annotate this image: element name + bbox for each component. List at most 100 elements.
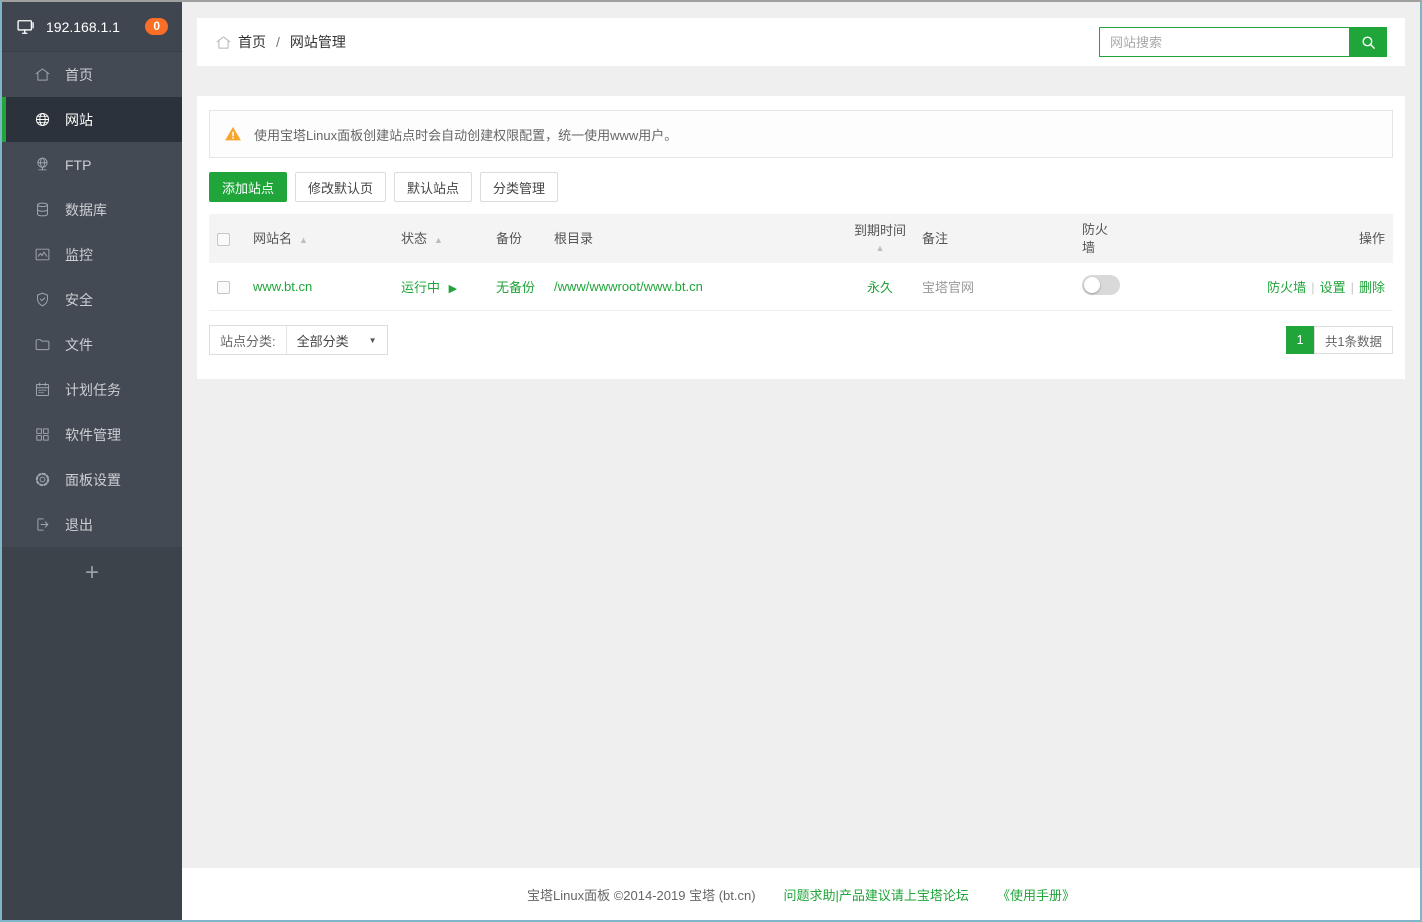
- col-expire: 到期时间: [854, 223, 906, 238]
- table-header-row: 网站名 ▲ 状态 ▲ 备份 根目录 到期时间 ▲ 备注 防火墙 操作: [209, 214, 1393, 263]
- notice-bar: 使用宝塔Linux面板创建站点时会自动创建权限配置，统一使用www用户。: [209, 110, 1393, 158]
- home-icon: [215, 34, 238, 51]
- search-icon: [1360, 34, 1377, 51]
- sidebar-item-label: 首页: [65, 65, 93, 85]
- row-checkbox[interactable]: [217, 281, 230, 294]
- gear-icon: [33, 471, 51, 489]
- sidebar-item-home[interactable]: 首页: [2, 52, 182, 97]
- notice-text: 使用宝塔Linux面板创建站点时会自动创建权限配置，统一使用www用户。: [254, 125, 677, 144]
- settings-action-link[interactable]: 设置: [1320, 280, 1346, 295]
- col-root: 根目录: [554, 231, 593, 246]
- ftp-icon: [33, 156, 51, 174]
- manual-link[interactable]: 《使用手册》: [997, 885, 1075, 904]
- bt-panel-window: 192.168.1.1 0 首页 网站 FTP: [0, 0, 1422, 922]
- caret-down-icon: ▼: [369, 336, 377, 345]
- total-count: 共1条数据: [1314, 326, 1393, 354]
- server-info-header[interactable]: 192.168.1.1 0: [2, 2, 182, 52]
- category-select[interactable]: 全部分类 ▼: [287, 326, 387, 354]
- sort-asc-icon[interactable]: ▲: [299, 235, 308, 245]
- col-actions: 操作: [1359, 231, 1385, 246]
- monitor-chart-icon: [33, 246, 51, 264]
- expire-value[interactable]: 永久: [867, 280, 893, 295]
- server-ip: 192.168.1.1: [46, 19, 120, 35]
- delete-action-link[interactable]: 删除: [1359, 280, 1385, 295]
- page-footer: 宝塔Linux面板 ©2014-2019 宝塔 (bt.cn) 问题求助|产品建…: [182, 868, 1420, 920]
- sidebar-item-software[interactable]: 软件管理: [2, 412, 182, 457]
- site-manage-panel: 使用宝塔Linux面板创建站点时会自动创建权限配置，统一使用www用户。 添加站…: [197, 96, 1405, 379]
- col-firewall: 防火墙: [1082, 221, 1111, 256]
- database-icon: [33, 201, 51, 219]
- site-name-link[interactable]: www.bt.cn: [253, 279, 312, 294]
- site-note[interactable]: 宝塔官网: [922, 280, 974, 295]
- backup-link[interactable]: 无备份: [496, 280, 535, 295]
- col-note: 备注: [922, 231, 948, 246]
- sidebar-item-label: 网站: [65, 110, 93, 130]
- site-status[interactable]: 运行中: [401, 280, 440, 295]
- sort-asc-icon[interactable]: ▲: [434, 235, 443, 245]
- sidebar-item-website[interactable]: 网站: [2, 97, 182, 142]
- site-search: [1099, 27, 1387, 57]
- sidebar-item-label: 安全: [65, 290, 93, 310]
- folder-icon: [33, 336, 51, 354]
- breadcrumb-home-link[interactable]: 首页: [238, 32, 266, 52]
- page-1-button[interactable]: 1: [1286, 326, 1314, 354]
- site-table: 网站名 ▲ 状态 ▲ 备份 根目录 到期时间 ▲ 备注 防火墙 操作: [209, 214, 1393, 311]
- table-footer: 站点分类: 全部分类 ▼ 1 共1条数据: [209, 325, 1393, 355]
- select-all-checkbox[interactable]: [217, 233, 230, 246]
- firewall-toggle[interactable]: [1082, 275, 1120, 295]
- sidebar-item-label: FTP: [65, 157, 91, 173]
- toggle-knob: [1084, 277, 1100, 293]
- sidebar-item-label: 面板设置: [65, 470, 121, 490]
- breadcrumb-current: 网站管理: [290, 32, 346, 52]
- content-spacer: [182, 379, 1420, 868]
- col-backup: 备份: [496, 231, 522, 246]
- col-status: 状态: [401, 231, 427, 246]
- sidebar-item-label: 文件: [65, 335, 93, 355]
- sidebar-item-monitor[interactable]: 监控: [2, 232, 182, 277]
- sidebar-item-label: 监控: [65, 245, 93, 265]
- search-button[interactable]: [1349, 27, 1387, 57]
- running-play-icon: ▶: [449, 283, 457, 295]
- breadcrumb-separator: /: [276, 34, 280, 50]
- sidebar-item-settings[interactable]: 面板设置: [2, 457, 182, 502]
- table-row: www.bt.cn 运行中 ▶ 无备份 /www/wwwroot/www.bt.…: [209, 263, 1393, 311]
- sidebar-item-label: 计划任务: [65, 380, 121, 400]
- add-site-button[interactable]: 添加站点: [209, 172, 287, 202]
- site-category-filter: 站点分类: 全部分类 ▼: [209, 325, 388, 355]
- modify-default-page-button[interactable]: 修改默认页: [295, 172, 386, 202]
- sidebar: 192.168.1.1 0 首页 网站 FTP: [2, 2, 182, 920]
- default-site-button[interactable]: 默认站点: [394, 172, 472, 202]
- category-manage-button[interactable]: 分类管理: [480, 172, 558, 202]
- grid-icon: [33, 426, 51, 444]
- forum-link[interactable]: 问题求助|产品建议请上宝塔论坛: [784, 885, 969, 904]
- topbar: 首页 / 网站管理: [197, 18, 1405, 66]
- root-path-link[interactable]: /www/wwwroot/www.bt.cn: [554, 279, 703, 294]
- col-site: 网站名: [253, 231, 292, 246]
- breadcrumb: 首页 / 网站管理: [215, 32, 346, 52]
- toolbar: 添加站点 修改默认页 默认站点 分类管理: [209, 172, 1393, 202]
- sidebar-item-files[interactable]: 文件: [2, 322, 182, 367]
- sidebar-item-logout[interactable]: 退出: [2, 502, 182, 547]
- sidebar-item-label: 退出: [65, 515, 93, 535]
- sidebar-item-label: 数据库: [65, 200, 107, 220]
- pagination: 1 共1条数据: [1286, 326, 1393, 354]
- firewall-action-link[interactable]: 防火墙: [1267, 280, 1306, 295]
- warning-icon: [224, 125, 242, 143]
- sort-asc-icon[interactable]: ▲: [854, 242, 906, 254]
- sidebar-item-database[interactable]: 数据库: [2, 187, 182, 232]
- message-count-badge[interactable]: 0: [145, 18, 168, 35]
- monitor-icon: [16, 17, 36, 37]
- globe-icon: [33, 111, 51, 129]
- search-input[interactable]: [1099, 27, 1349, 57]
- home-icon: [33, 66, 51, 84]
- sidebar-item-label: 软件管理: [65, 425, 121, 445]
- category-selected-value: 全部分类: [297, 331, 349, 350]
- shield-icon: [33, 291, 51, 309]
- sidebar-item-cron[interactable]: 计划任务: [2, 367, 182, 412]
- calendar-icon: [33, 381, 51, 399]
- logout-icon: [33, 516, 51, 534]
- sidebar-item-ftp[interactable]: FTP: [2, 142, 182, 187]
- sidebar-item-security[interactable]: 安全: [2, 277, 182, 322]
- add-menu-button[interactable]: +: [73, 557, 111, 589]
- action-separator: |: [1311, 280, 1314, 295]
